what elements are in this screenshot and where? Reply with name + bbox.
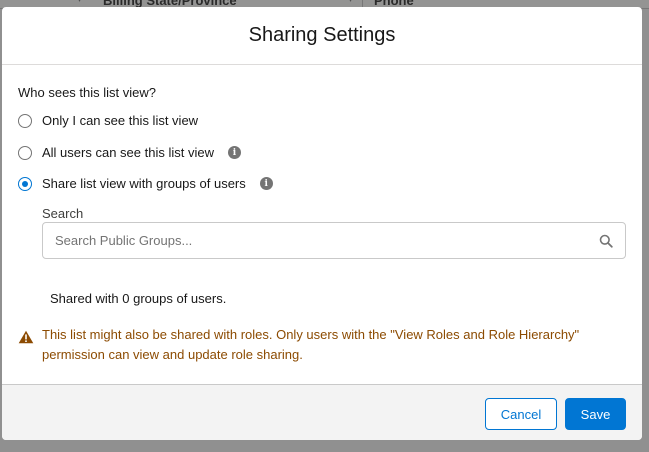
sharing-settings-modal: Sharing Settings Who sees this list view… bbox=[2, 7, 642, 440]
radio-label: Only I can see this list view bbox=[42, 113, 199, 128]
shared-groups-count: Shared with 0 groups of users. bbox=[50, 291, 227, 306]
modal-header: Sharing Settings bbox=[2, 7, 642, 65]
info-icon[interactable]: i bbox=[227, 146, 241, 159]
radio-option-only-me[interactable]: Only I can see this list view bbox=[18, 113, 198, 128]
cancel-button[interactable]: Cancel bbox=[485, 398, 557, 430]
radio-button-selected[interactable] bbox=[18, 176, 32, 191]
radio-button[interactable] bbox=[18, 145, 32, 160]
visibility-question: Who sees this list view? bbox=[18, 85, 156, 100]
info-icon[interactable]: i bbox=[259, 177, 273, 190]
warning-text: This list might also be shared with role… bbox=[42, 327, 580, 362]
role-sharing-warning: This list might also be shared with role… bbox=[18, 325, 608, 365]
search-icon bbox=[599, 234, 613, 248]
search-input[interactable] bbox=[43, 223, 599, 258]
radio-button[interactable] bbox=[18, 113, 32, 128]
save-button[interactable]: Save bbox=[565, 398, 626, 430]
modal-title: Sharing Settings bbox=[248, 24, 396, 46]
warning-icon bbox=[18, 330, 34, 344]
search-label: Search bbox=[42, 206, 84, 221]
search-field[interactable] bbox=[42, 222, 626, 259]
modal-body: Who sees this list view? Only I can see … bbox=[2, 65, 642, 384]
radio-option-all-users[interactable]: All users can see this list view i bbox=[18, 145, 241, 160]
radio-label: All users can see this list view bbox=[42, 145, 214, 160]
radio-label: Share list view with groups of users bbox=[42, 176, 246, 191]
radio-option-share-groups[interactable]: Share list view with groups of users i bbox=[18, 176, 273, 191]
modal-footer: Cancel Save bbox=[2, 384, 642, 440]
